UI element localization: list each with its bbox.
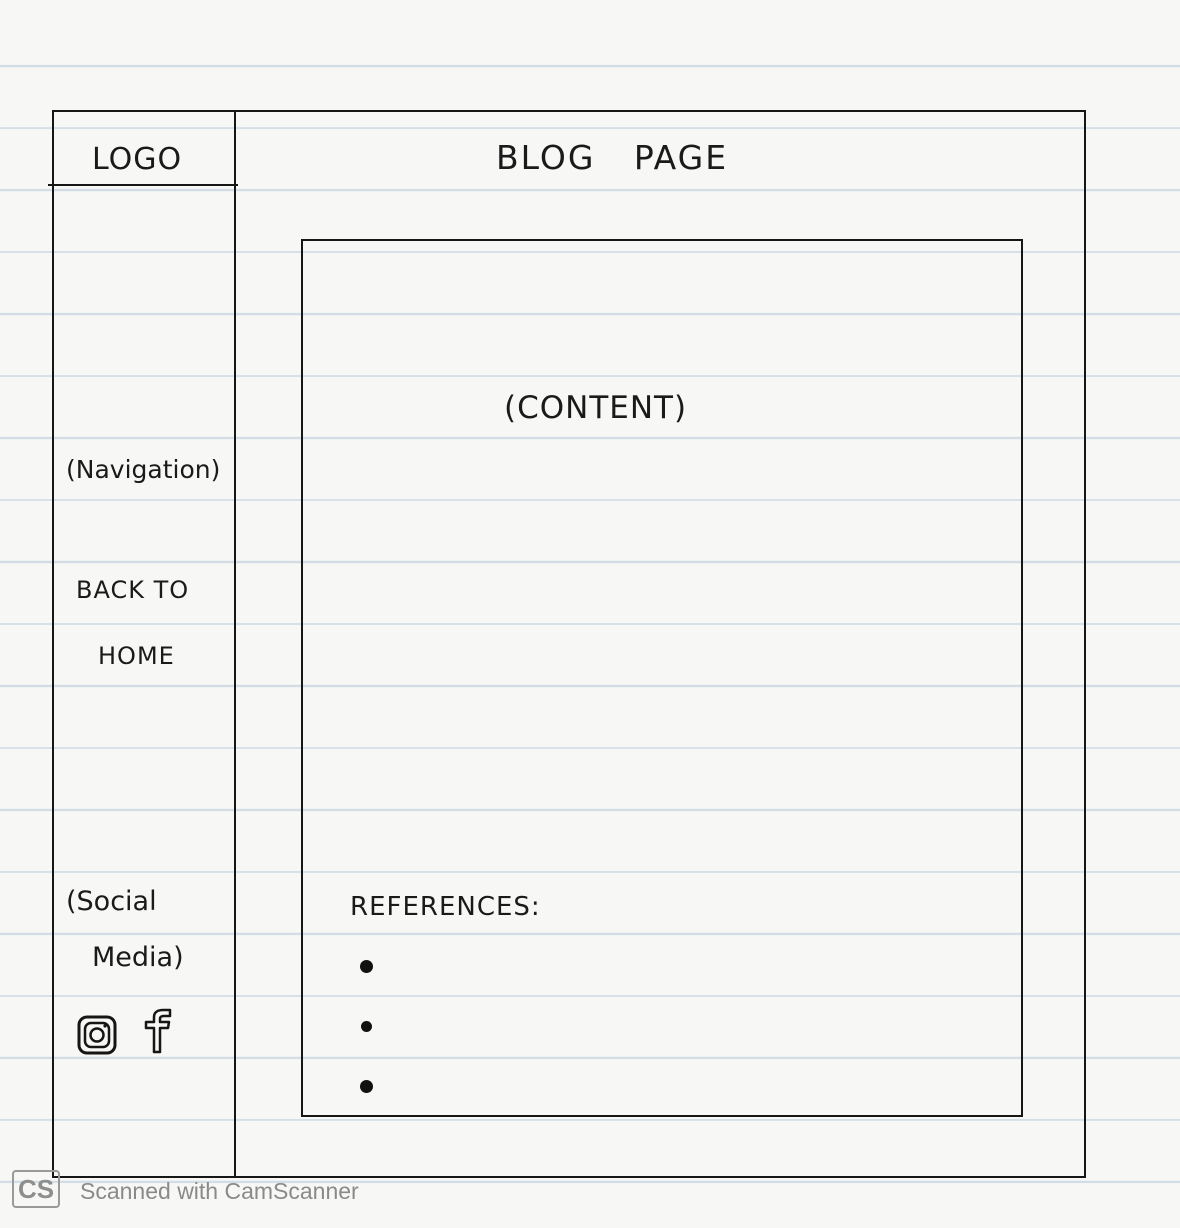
social-media-label-line2: Media) <box>92 942 184 973</box>
reference-bullet <box>361 1021 372 1032</box>
reference-bullet <box>360 1080 373 1093</box>
content-area <box>301 239 1023 1117</box>
logo[interactable]: LOGO <box>92 142 182 177</box>
camscanner-watermark-text: Scanned with CamScanner <box>80 1178 359 1204</box>
social-media-label-line1: (Social <box>66 886 157 917</box>
sidebar-divider <box>234 112 236 1176</box>
camscanner-logo: CS <box>12 1170 60 1208</box>
logo-divider <box>48 184 238 186</box>
instagram-icon[interactable] <box>76 1014 118 1056</box>
navigation-label: (Navigation) <box>66 455 221 484</box>
back-to-home-label-line1[interactable]: BACK TO <box>76 576 189 604</box>
references-heading: REFERENCES: <box>350 892 541 922</box>
content-label: (CONTENT) <box>504 390 688 426</box>
page-title: BLOG PAGE <box>496 138 729 177</box>
back-to-home-label-line2[interactable]: HOME <box>98 642 175 670</box>
reference-bullet <box>360 960 373 973</box>
facebook-icon[interactable] <box>140 1008 176 1054</box>
blog-page-wireframe: { "header": { "logo": "LOGO", "title": "… <box>0 0 1180 1228</box>
